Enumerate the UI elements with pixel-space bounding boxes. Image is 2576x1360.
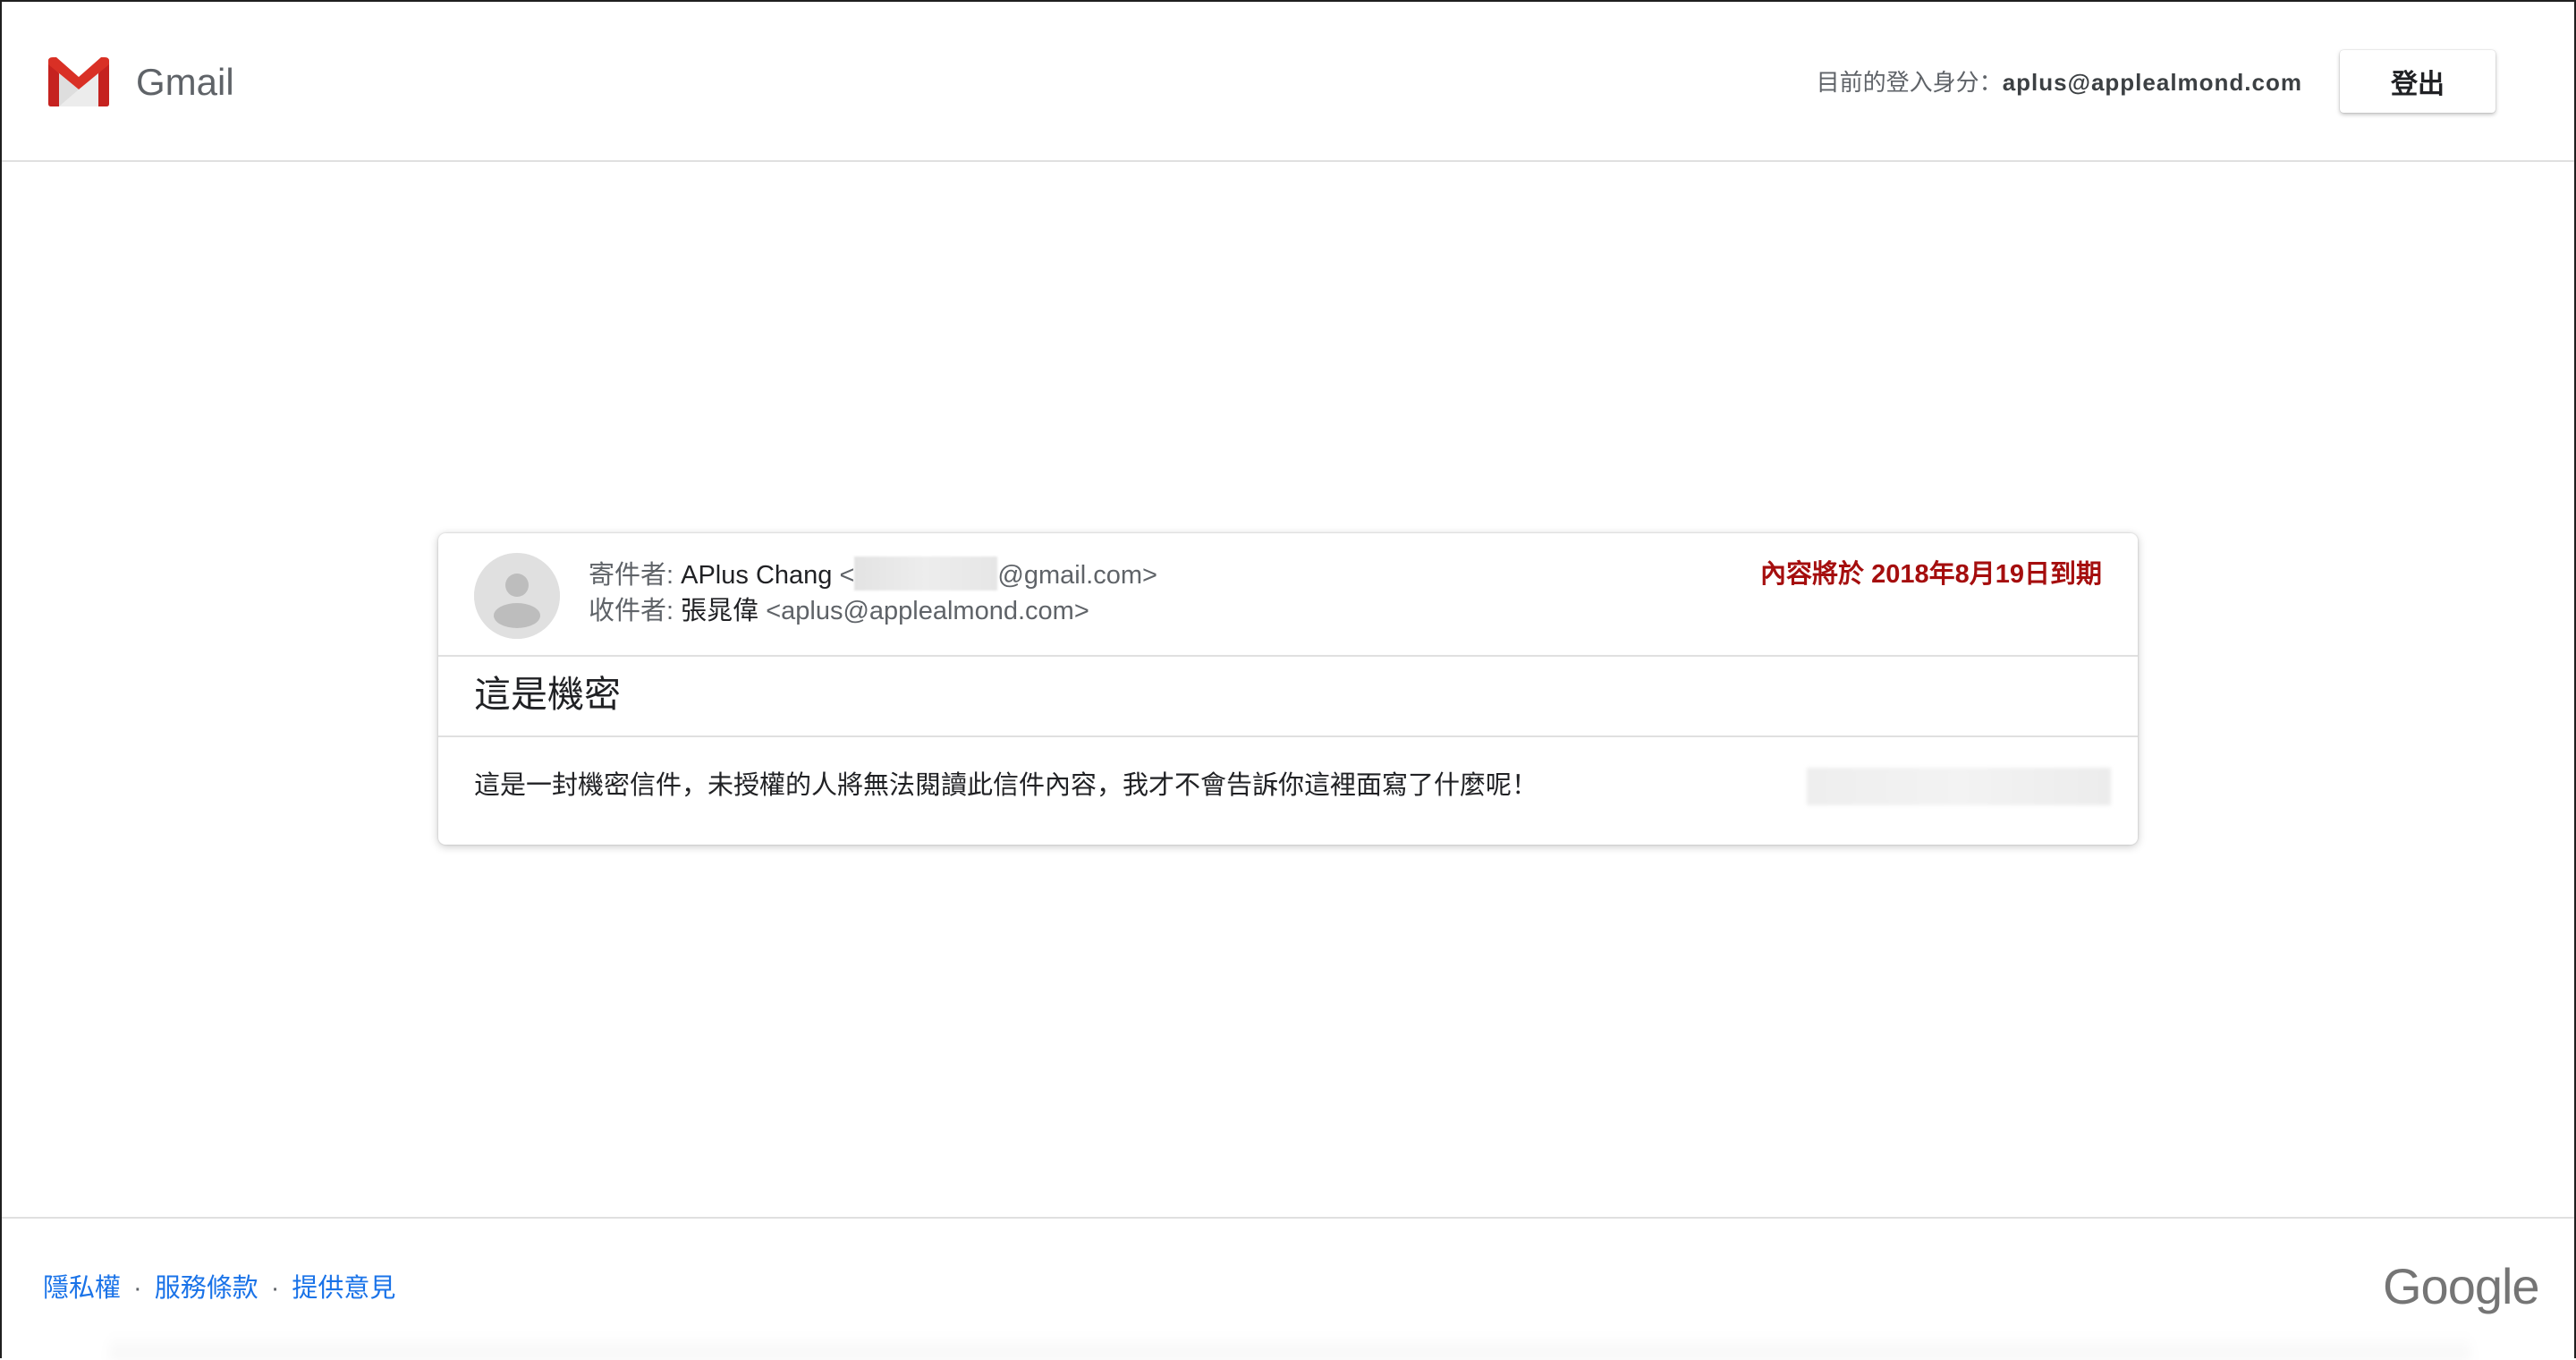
signed-in-account: aplus@applealmond.com: [2002, 69, 2302, 96]
privacy-link[interactable]: 隱私權: [43, 1274, 121, 1303]
footer-separator: ·: [133, 1274, 142, 1303]
to-label: 收件者:: [589, 597, 682, 625]
message-card: 寄件者: APlus Chang < @gmail.com> 收件者: 張晁偉 <…: [438, 533, 2138, 845]
footer-separator: ·: [270, 1274, 280, 1303]
sender-line: 寄件者: APlus Chang < @gmail.com>: [589, 557, 1157, 593]
sender-email-domain: @gmail.com>: [997, 561, 1157, 590]
footer-divider: [2, 1217, 2574, 1219]
message-subject: 這是機密: [474, 674, 621, 715]
recipient-name: 張晁偉: [681, 597, 759, 625]
divider: [438, 735, 2138, 737]
feedback-link[interactable]: 提供意見: [292, 1274, 395, 1303]
signout-button[interactable]: 登出: [2340, 50, 2496, 113]
from-label: 寄件者:: [589, 561, 682, 590]
signed-in-label: 目前的登入身分：: [1816, 69, 2003, 96]
default-avatar-icon: [474, 553, 560, 639]
footer-links: 隱私權 · 服務條款 · 提供意見: [43, 1271, 395, 1306]
footer-shadow: [109, 1333, 2470, 1360]
message-body: 這是一封機密信件，未授權的人將無法閱讀此信件內容，我才不會告訴你這裡面寫了什麼呢…: [474, 771, 1538, 800]
brand-name: Gmail: [136, 61, 234, 103]
top-bar: Gmail 目前的登入身分：aplus@applealmond.com 登出: [2, 2, 2574, 162]
message-meta: 寄件者: APlus Chang < @gmail.com> 收件者: 張晁偉 <…: [589, 557, 1157, 629]
redacted-email-block: [854, 557, 998, 591]
sender-name: APlus Chang: [681, 561, 833, 590]
expiry-notice: 內容將於 2018年8月19日到期: [1760, 560, 2102, 589]
blurred-region: [1807, 768, 2111, 805]
recipient-line: 收件者: 張晁偉 <aplus@applealmond.com>: [589, 593, 1157, 629]
gmail-logo-icon[interactable]: [45, 55, 113, 107]
signed-in-status: 目前的登入身分：aplus@applealmond.com: [1817, 66, 2302, 98]
page-frame: Gmail 目前的登入身分：aplus@applealmond.com 登出 寄…: [0, 0, 2576, 1360]
sender-email-open: <: [832, 561, 855, 590]
divider: [438, 655, 2138, 657]
recipient-email: <aplus@applealmond.com>: [758, 597, 1089, 625]
terms-link[interactable]: 服務條款: [155, 1274, 258, 1303]
google-logo: Google: [2383, 1258, 2540, 1314]
